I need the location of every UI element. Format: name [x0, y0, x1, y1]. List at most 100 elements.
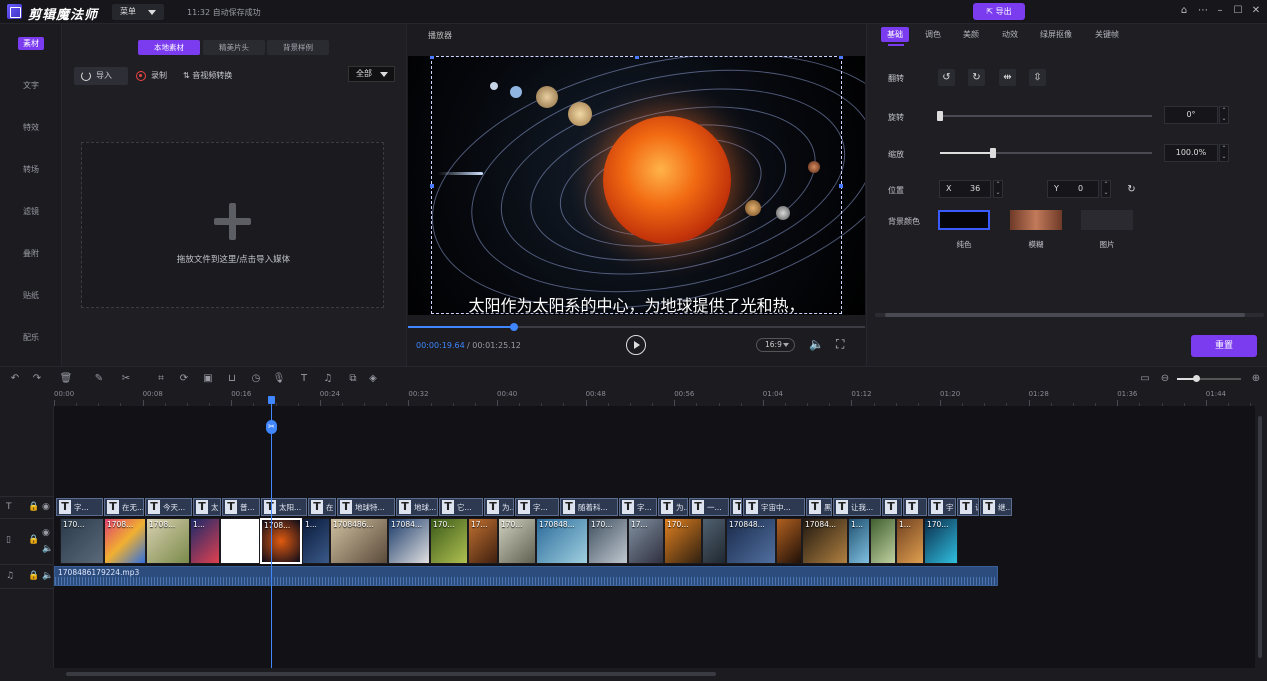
position-y-input[interactable]: Y0 — [1047, 180, 1099, 198]
video-clip[interactable]: 1708486... — [330, 518, 388, 564]
reset-position-icon[interactable]: ↻ — [1123, 181, 1140, 198]
eye-icon[interactable]: ◉ — [42, 502, 50, 512]
rotate-slider[interactable] — [937, 111, 1152, 121]
video-clip[interactable]: 170... — [924, 518, 958, 564]
text-clip[interactable]: T宇 — [730, 498, 742, 516]
text-clip[interactable]: T 今天... — [145, 498, 192, 516]
text-clip[interactable]: T 在无... — [104, 498, 144, 516]
audio-extract-icon[interactable]: ♫ — [321, 372, 335, 386]
more-icon[interactable]: ⋯ — [1197, 5, 1209, 17]
text-clip[interactable]: T — [903, 498, 927, 516]
slider-knob[interactable] — [990, 148, 996, 158]
video-clip[interactable] — [870, 518, 896, 564]
tab-basic[interactable]: 基础 — [881, 27, 909, 42]
maximize-icon[interactable]: ☐ — [1232, 5, 1244, 17]
tab-keyframe[interactable]: 关键帧 — [1095, 27, 1119, 42]
slider-knob[interactable] — [937, 111, 943, 121]
playback-progress[interactable] — [408, 323, 865, 331]
flip-vertical-icon[interactable]: ⇳ — [1029, 69, 1046, 86]
playhead-line[interactable] — [271, 398, 272, 668]
sidebar-item-stickers[interactable]: 贴纸 — [0, 286, 62, 306]
split-icon[interactable]: ✂ — [266, 420, 277, 434]
timeline-tracks[interactable]: T 字... T 在无... T 今天... T 太 T 普... T 太阳... T 在 T 地球特... T… — [54, 406, 1255, 668]
video-clip[interactable]: 170... — [430, 518, 468, 564]
menu-button[interactable]: 菜单 — [112, 4, 164, 20]
rotate-left-icon[interactable]: ↺ — [938, 69, 955, 86]
resize-handle[interactable] — [635, 56, 639, 59]
zoom-knob[interactable] — [1193, 375, 1200, 382]
split-icon[interactable]: ✂ — [119, 372, 133, 386]
video-clip[interactable]: 1... — [848, 518, 870, 564]
mic-icon[interactable]: 🎙 — [272, 372, 286, 386]
video-clip[interactable]: 1... — [190, 518, 220, 564]
tab-intros[interactable]: 精美片头 — [203, 40, 265, 55]
tab-chroma-key[interactable]: 绿屏抠像 — [1040, 27, 1072, 42]
text-clip[interactable]: T 字... — [619, 498, 657, 516]
speed-icon[interactable]: ◷ — [249, 372, 263, 386]
video-clip[interactable] — [702, 518, 726, 564]
edit-icon[interactable]: ✎ — [92, 372, 106, 386]
text-clip[interactable]: T 它... — [439, 498, 483, 516]
position-x-input[interactable]: X 36 — [939, 180, 991, 198]
video-clip[interactable]: 1... — [896, 518, 924, 564]
video-clip[interactable]: 170... — [60, 518, 104, 564]
scrollbar-thumb[interactable] — [885, 313, 1245, 317]
tab-backgrounds[interactable]: 背景样例 — [267, 40, 329, 55]
volume-icon[interactable]: 🔈 — [42, 571, 53, 581]
filter-select[interactable]: 全部 — [348, 66, 395, 82]
resize-handle[interactable] — [839, 56, 843, 59]
reset-button[interactable]: 重置 — [1191, 335, 1257, 357]
position-x-stepper[interactable]: ⌃ ⌄ — [993, 180, 1003, 198]
text-clip[interactable]: T 地球... — [396, 498, 438, 516]
text-clip[interactable]: T 字... — [56, 498, 103, 516]
redo-icon[interactable]: ↷ — [30, 372, 44, 386]
text-clip[interactable]: T黑 — [806, 498, 832, 516]
text-clip[interactable]: T为... — [484, 498, 514, 516]
resize-handle[interactable] — [839, 184, 843, 188]
video-clip[interactable]: 17... — [628, 518, 664, 564]
export-button[interactable]: ⇱ 导出 — [973, 3, 1025, 20]
rotate-icon[interactable]: ⟳ — [177, 372, 191, 386]
fullscreen-icon[interactable]: ⛶ — [836, 337, 850, 351]
text-clip[interactable]: T让 — [957, 498, 979, 516]
video-clip[interactable] — [776, 518, 802, 564]
home-icon[interactable]: ⌂ — [1178, 5, 1190, 17]
timeline-vertical-scrollbar[interactable] — [1256, 406, 1264, 668]
progress-knob[interactable] — [510, 323, 519, 331]
video-clip[interactable]: 17084... — [802, 518, 848, 564]
text-clip[interactable]: T为... — [658, 498, 688, 516]
rotate-stepper[interactable]: ⌃ ⌄ — [1219, 106, 1229, 124]
fit-icon[interactable]: ▭ — [1138, 372, 1152, 386]
text-clip[interactable]: T 太阳... — [261, 498, 307, 516]
freeze-icon[interactable]: ⊔ — [225, 372, 239, 386]
volume-icon[interactable]: 🔈 — [42, 544, 53, 554]
video-clip[interactable]: 1... — [302, 518, 330, 564]
video-clip[interactable]: 1708... — [104, 518, 146, 564]
tab-local-media[interactable]: 本地素材 — [138, 40, 200, 55]
text-clip[interactable]: T 让我... — [833, 498, 881, 516]
sidebar-item-filters[interactable]: 滤镜 — [0, 202, 62, 222]
properties-scrollbar[interactable] — [875, 313, 1264, 317]
text-clip[interactable]: T 一... — [689, 498, 729, 516]
scale-stepper[interactable]: ⌃ ⌄ — [1219, 144, 1229, 162]
video-clip[interactable]: 170... — [588, 518, 628, 564]
text-clip[interactable]: T太 — [193, 498, 221, 516]
scrollbar-thumb[interactable] — [1258, 416, 1262, 658]
delete-icon[interactable]: 🗑 — [59, 372, 73, 386]
text-clip[interactable]: T 宇宙中... — [743, 498, 805, 516]
video-clip[interactable]: 17084... — [388, 518, 430, 564]
crop-icon[interactable]: ⌗ — [154, 372, 168, 386]
video-clip[interactable]: 1708... — [260, 518, 302, 564]
media-dropzone[interactable]: 拖放文件到这里/点击导入媒体 — [81, 142, 384, 308]
video-clip[interactable] — [220, 518, 260, 564]
text-clip[interactable]: T 继... — [980, 498, 1012, 516]
timeline-horizontal-scrollbar[interactable] — [54, 670, 1255, 678]
text-clip[interactable]: T在 — [308, 498, 336, 516]
position-y-stepper[interactable]: ⌃ ⌄ — [1101, 180, 1111, 198]
tab-beauty[interactable]: 美颜 — [963, 27, 979, 42]
scrollbar-thumb[interactable] — [66, 672, 716, 676]
tab-motion[interactable]: 动效 — [1002, 27, 1018, 42]
text-clip[interactable]: T — [882, 498, 902, 516]
resize-handle[interactable] — [430, 56, 434, 59]
text-clip[interactable]: T 字... — [515, 498, 559, 516]
